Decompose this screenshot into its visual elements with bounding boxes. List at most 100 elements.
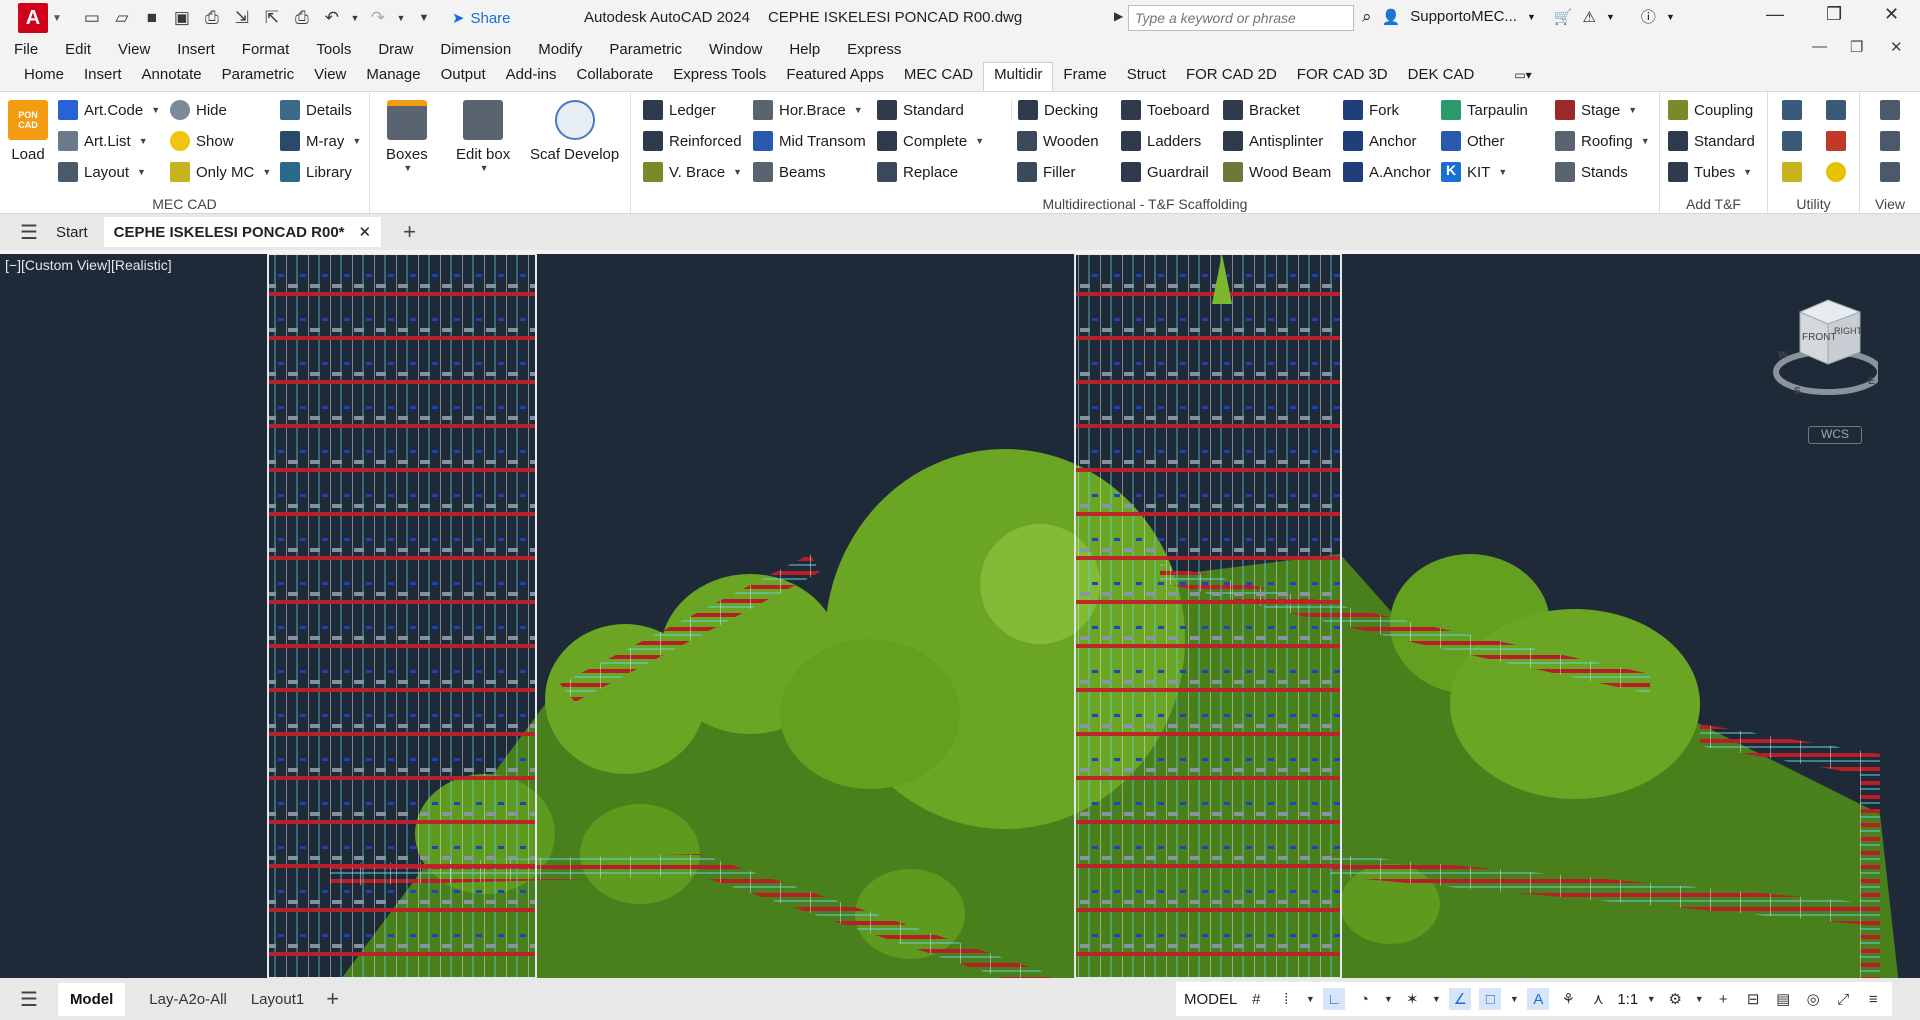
share-button[interactable]: ➤ Share: [452, 9, 511, 28]
import-icon[interactable]: ⇲: [230, 6, 254, 30]
tab-insert[interactable]: Insert: [74, 63, 132, 91]
search-icon[interactable]: ⌕: [1362, 7, 1372, 27]
menu-file[interactable]: File: [14, 41, 38, 58]
utility-tool-icon-1[interactable]: [1782, 100, 1802, 120]
beams-button[interactable]: Beams: [753, 162, 826, 182]
help-icon[interactable]: ⓘ: [1641, 6, 1656, 27]
doc-close-icon[interactable]: ✕: [1890, 38, 1903, 56]
drawing-viewport[interactable]: [−][Custom View][Realistic] FRONT RIGHT …: [0, 254, 1920, 978]
menu-express[interactable]: Express: [847, 41, 901, 58]
object-snap-dropdown-icon[interactable]: ▼: [1509, 988, 1519, 1010]
antisplinter-button[interactable]: Antisplinter: [1223, 131, 1323, 151]
tab-struct[interactable]: Struct: [1117, 63, 1176, 91]
menu-insert[interactable]: Insert: [177, 41, 215, 58]
coupling-button[interactable]: Coupling: [1668, 100, 1753, 120]
stands-button[interactable]: Stands: [1555, 162, 1628, 182]
tab-for-cad-2d[interactable]: FOR CAD 2D: [1176, 63, 1287, 91]
tab-multidir[interactable]: Multidir: [983, 62, 1054, 91]
save-icon[interactable]: ■: [140, 6, 164, 30]
new-file-icon[interactable]: ▭: [80, 6, 104, 30]
only-mc-button[interactable]: Only MC ▼: [170, 162, 271, 182]
scaf-develop-button[interactable]: Scaf Develop: [530, 100, 619, 163]
search-input[interactable]: [1128, 5, 1354, 31]
decking-button[interactable]: Decking: [1011, 100, 1098, 120]
v-brace-button[interactable]: V. Brace ▼: [643, 162, 742, 182]
hardware-acceleration-icon[interactable]: ◎: [1802, 988, 1824, 1010]
other-button[interactable]: Other: [1441, 131, 1505, 151]
snap-icon[interactable]: ⁞: [1275, 988, 1297, 1010]
artlist-button[interactable]: Art.List ▼: [58, 131, 148, 151]
library-button[interactable]: Library: [280, 162, 352, 182]
ortho-icon[interactable]: ∟: [1323, 988, 1346, 1010]
add-standard-button[interactable]: Standard: [1668, 131, 1755, 151]
filler-button[interactable]: Filler: [1017, 162, 1076, 182]
menu-dimension[interactable]: Dimension: [440, 41, 511, 58]
new-tab-plus-icon[interactable]: +: [403, 219, 416, 245]
complete-button[interactable]: Complete ▼: [877, 131, 984, 151]
wood-beam-button[interactable]: Wood Beam: [1223, 162, 1331, 182]
a-anchor-button[interactable]: A.Anchor: [1343, 162, 1431, 182]
menu-format[interactable]: Format: [242, 41, 290, 58]
quick-properties-icon[interactable]: ▤: [1772, 988, 1794, 1010]
m-ray-button[interactable]: M-ray ▼: [280, 131, 361, 151]
replace-button[interactable]: Replace: [877, 162, 958, 182]
document-tab-active[interactable]: CEPHE ISKELESI PONCAD R00* ✕: [103, 217, 382, 247]
boxes-button[interactable]: Boxes ▼: [386, 100, 428, 173]
doc-restore-icon[interactable]: ❐: [1850, 38, 1863, 56]
menu-window[interactable]: Window: [709, 41, 762, 58]
customize-qat-icon[interactable]: ▼: [412, 6, 436, 30]
fork-button[interactable]: Fork: [1343, 100, 1399, 120]
artcode-button[interactable]: Art.Code ▼: [58, 100, 160, 120]
hide-button[interactable]: Hide: [170, 100, 227, 120]
tab-annotate[interactable]: Annotate: [132, 63, 212, 91]
workspace-gear-icon[interactable]: ⚙: [1664, 988, 1686, 1010]
view-tool-icon-2[interactable]: [1880, 131, 1900, 151]
layout-button[interactable]: Layout ▼: [58, 162, 146, 182]
isodraft-icon[interactable]: ✶: [1401, 988, 1423, 1010]
layout-tab-layout1[interactable]: Layout1: [251, 991, 304, 1008]
roofing-button[interactable]: Roofing ▼: [1555, 131, 1650, 151]
tab-dek-cad[interactable]: DEK CAD: [1398, 63, 1485, 91]
tab-parametric[interactable]: Parametric: [212, 63, 305, 91]
auto-scale-icon[interactable]: ⚘: [1557, 988, 1579, 1010]
open-folder-icon[interactable]: ▱: [110, 6, 134, 30]
layout-tab-model[interactable]: Model: [57, 982, 126, 1016]
tab-express-tools[interactable]: Express Tools: [663, 63, 776, 91]
close-icon[interactable]: ✕: [359, 223, 372, 241]
isodraft-dropdown-icon[interactable]: ▼: [1431, 988, 1441, 1010]
minimize-icon[interactable]: —: [1766, 4, 1784, 25]
viewport-controls-label[interactable]: [−][Custom View][Realistic]: [5, 257, 172, 273]
tarpaulin-button[interactable]: Tarpaulin: [1441, 100, 1528, 120]
export-icon[interactable]: ⇱: [260, 6, 284, 30]
restore-icon[interactable]: ❐: [1826, 4, 1842, 25]
object-snap-icon[interactable]: □: [1479, 988, 1502, 1010]
polar-dropdown-icon[interactable]: ▼: [1383, 988, 1393, 1010]
menu-edit[interactable]: Edit: [65, 41, 91, 58]
menu-draw[interactable]: Draw: [378, 41, 413, 58]
menu-tools[interactable]: Tools: [316, 41, 351, 58]
details-button[interactable]: Details: [280, 100, 352, 120]
standard-button[interactable]: Standard: [877, 100, 964, 120]
save-as-icon[interactable]: ▣: [170, 6, 194, 30]
stage-button[interactable]: Stage ▼: [1555, 100, 1637, 120]
redo-dropdown-icon[interactable]: ▼: [396, 6, 406, 30]
customization-icon[interactable]: ≡: [1862, 988, 1884, 1010]
wooden-button[interactable]: Wooden: [1017, 131, 1099, 151]
help-dropdown-icon[interactable]: ▼: [1666, 12, 1675, 22]
bracket-button[interactable]: Bracket: [1223, 100, 1300, 120]
view-tool-icon-1[interactable]: [1880, 100, 1900, 120]
close-icon[interactable]: ✕: [1884, 4, 1899, 25]
cart-icon[interactable]: 🛒: [1554, 8, 1573, 26]
workspace-dropdown-icon[interactable]: ▼: [1694, 988, 1704, 1010]
application-menu-button[interactable]: A: [18, 3, 48, 33]
load-button[interactable]: PON CAD Load: [8, 100, 48, 163]
tab-output[interactable]: Output: [431, 63, 496, 91]
plot-file-icon[interactable]: ⎙: [200, 6, 224, 30]
search-expand-icon[interactable]: ▶: [1114, 9, 1123, 23]
user-icon[interactable]: 👤: [1382, 8, 1401, 26]
mid-transom-button[interactable]: Mid Transom: [753, 131, 866, 151]
edit-box-button[interactable]: Edit box ▼: [456, 100, 510, 173]
annotation-visibility-icon[interactable]: A: [1527, 988, 1550, 1010]
tab-manage[interactable]: Manage: [356, 63, 430, 91]
tab-featured-apps[interactable]: Featured Apps: [776, 63, 894, 91]
